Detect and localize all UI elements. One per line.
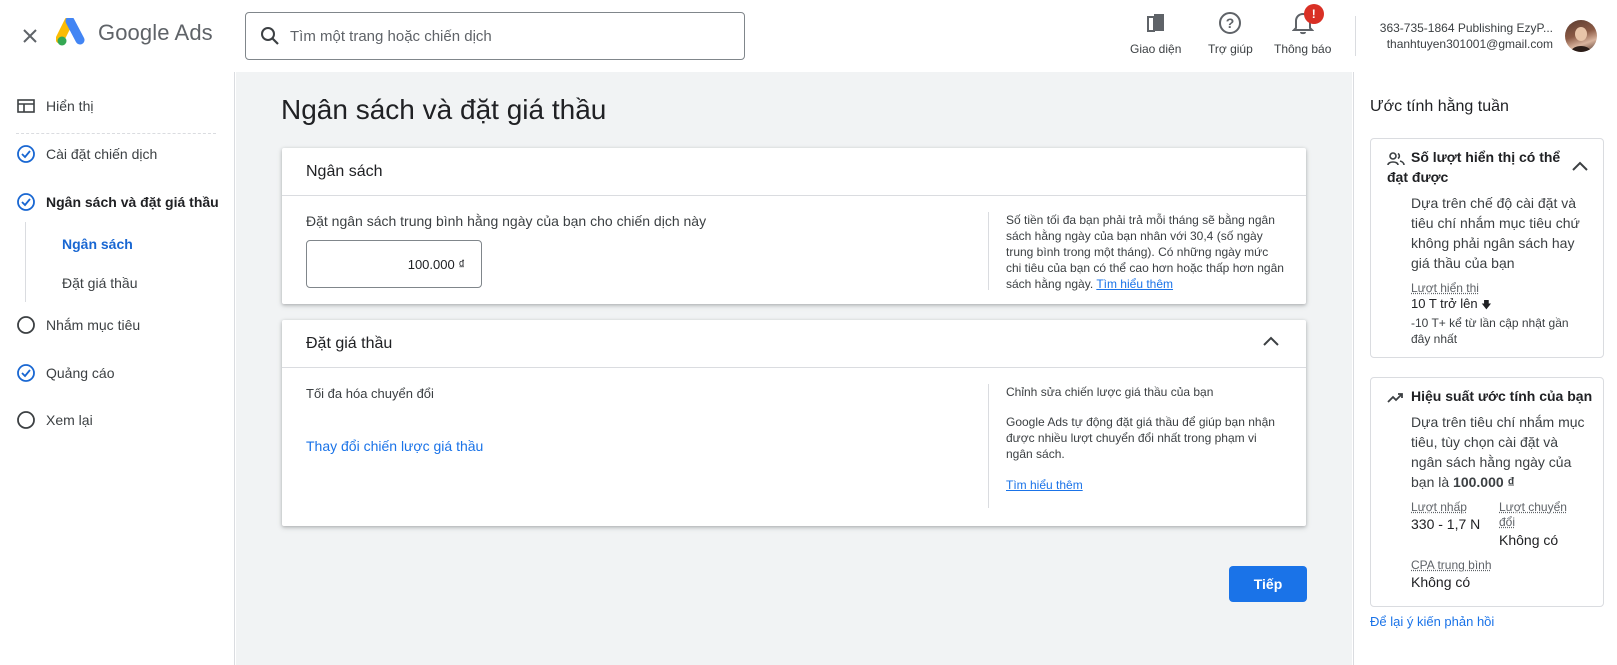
clicks-value: 330 - 1,7 N <box>1411 516 1481 532</box>
chevron-up-icon[interactable] <box>1571 159 1589 175</box>
impressions-desc: Dựa trên chế độ cài đặt và tiêu chí nhắm… <box>1411 195 1580 271</box>
feedback-link[interactable]: Để lại ý kiến phản hồi <box>1370 614 1494 629</box>
nav-label-budget-bidding: Ngân sách và đặt giá thầu <box>46 194 219 210</box>
impressions-value: 10 T trở lên <box>1411 296 1478 311</box>
nav-item-ads[interactable]: Quảng cáo <box>16 363 115 383</box>
impressions-card: Số lượt hiển thị có thể đạt được Dựa trê… <box>1370 138 1604 358</box>
notification-badge: ! <box>1303 4 1324 24</box>
check-circle-icon <box>16 363 36 383</box>
nav-separator <box>16 133 216 134</box>
bell-icon: ! <box>1291 4 1324 36</box>
budget-heading: Ngân sách <box>306 162 383 180</box>
nav-label-ads: Quảng cáo <box>46 365 115 381</box>
budget-divider <box>988 212 989 290</box>
budget-note: Số tiền tối đa bạn phải trả mỗi tháng sẽ… <box>1006 212 1286 292</box>
performance-desc-amount: 100.000 ₫ <box>1453 474 1515 490</box>
impressions-value-row: 10 T trở lên 🡇 <box>1411 296 1492 315</box>
budget-learn-more-link[interactable]: Tìm hiểu thêm <box>1096 277 1173 291</box>
user-avatar-icon <box>1571 27 1591 52</box>
account-email: thanhtuyen301001@gmail.com <box>1386 37 1553 51</box>
budget-card-header: Ngân sách <box>282 148 1306 196</box>
clicks-label: Lượt nhấp <box>1411 500 1467 514</box>
bidding-note-text: Google Ads tự động đặt giá thầu để giúp … <box>1006 415 1275 461</box>
check-circle-icon <box>16 192 36 212</box>
budget-card-body: Đặt ngân sách trung bình hằng ngày của b… <box>282 196 1306 304</box>
avg-cpa-value: Không có <box>1411 574 1471 590</box>
nav-sub-bidding[interactable]: Đặt giá thầu <box>62 275 138 291</box>
search-box[interactable] <box>245 12 745 60</box>
account-name: 363-735-1864 Publishing EzyP... <box>1379 21 1553 35</box>
logo-text: Google Ads <box>98 20 213 45</box>
bidding-note-title: Chỉnh sửa chiến lược giá thầu của bạn <box>1006 385 1214 399</box>
appearance-icon <box>1145 10 1167 36</box>
nav-label-targeting: Nhắm mục tiêu <box>46 317 141 333</box>
empty-circle-icon <box>16 315 36 335</box>
conversions-label: Lượt chuyển đổi <box>1499 500 1567 529</box>
left-navigation: Hiển thị Cài đặt chiến dịch Ngân sách và… <box>0 72 235 665</box>
avatar[interactable] <box>1565 20 1597 52</box>
nav-item-review[interactable]: Xem lại <box>16 410 93 430</box>
weekly-estimate-panel: Ước tính hằng tuần Số lượt hiển thị có t… <box>1353 72 1617 665</box>
impressions-change: -10 T+ kể từ lần cập nhật gần đây nhất <box>1411 316 1569 346</box>
empty-circle-icon <box>16 410 36 430</box>
layout-icon <box>16 96 36 116</box>
performance-card-title: Hiệu suất ước tính của bạn <box>1411 388 1593 404</box>
nav-item-campaign-settings[interactable]: Cài đặt chiến dịch <box>16 144 157 164</box>
bidding-learn-more-link[interactable]: Tìm hiểu thêm <box>1006 477 1286 493</box>
help-icon: ? <box>1218 10 1242 36</box>
help-label: Trợ giúp <box>1208 42 1253 56</box>
header-divider <box>1355 16 1356 56</box>
google-ads-logo-icon <box>56 18 85 46</box>
change-bidding-strategy-link[interactable]: Thay đổi chiến lược giá thầu <box>306 438 483 454</box>
trending-up-icon <box>1387 391 1403 407</box>
google-ads-logo[interactable]: Google Ads <box>56 18 213 48</box>
svg-text:?: ? <box>1226 15 1235 31</box>
chevron-up-icon[interactable] <box>1262 334 1280 352</box>
page-title: Ngân sách và đặt giá thầu <box>281 94 607 125</box>
bidding-card-header[interactable]: Đặt giá thầu <box>282 320 1306 368</box>
avg-cpa-label: CPA trung bình <box>1411 558 1492 572</box>
bidding-card: Đặt giá thầu Tối đa hóa chuyển đổi Thay … <box>282 320 1306 526</box>
nav-item-targeting[interactable]: Nhắm mục tiêu <box>16 315 140 335</box>
search-icon <box>261 27 279 45</box>
conversions-value: Không có <box>1499 532 1559 548</box>
check-circle-icon <box>16 144 36 164</box>
close-icon[interactable] <box>16 22 44 50</box>
bidding-card-body: Tối đa hóa chuyển đổi Thay đổi chiến lượ… <box>282 368 1306 526</box>
weekly-estimate-title: Ước tính hằng tuần <box>1370 98 1509 115</box>
nav-sub-budget[interactable]: Ngân sách <box>62 236 133 252</box>
top-header: Google Ads Giao diện ? Trợ giúp ! Thông … <box>0 0 1617 72</box>
arrow-down-icon: 🡇 <box>1481 300 1492 311</box>
performance-card: Hiệu suất ước tính của bạn Dựa trên tiêu… <box>1370 377 1604 607</box>
nav-item-budget-bidding[interactable]: Ngân sách và đặt giá thầu <box>16 192 219 212</box>
nav-label-review: Xem lại <box>46 412 93 428</box>
nav-label-display: Hiển thị <box>46 98 94 114</box>
help-button[interactable]: ? Trợ giúp <box>1208 10 1253 56</box>
bidding-note: Chỉnh sửa chiến lược giá thầu của bạn Go… <box>1006 384 1286 493</box>
search-input[interactable] <box>290 27 730 45</box>
budget-input[interactable]: 100.000 ₫ <box>306 240 482 288</box>
next-button[interactable]: Tiếp <box>1229 566 1307 602</box>
impressions-label: Lượt hiển thị <box>1411 281 1479 295</box>
main-content: Ngân sách và đặt giá thầu Ngân sách Đặt … <box>236 72 1352 665</box>
nav-item-display[interactable]: Hiển thị <box>16 96 93 116</box>
appearance-label: Giao diện <box>1130 42 1182 56</box>
bidding-heading: Đặt giá thầu <box>306 334 393 352</box>
notifications-label: Thông báo <box>1274 42 1332 56</box>
budget-card: Ngân sách Đặt ngân sách trung bình hằng … <box>282 148 1306 304</box>
nav-sub-line <box>25 222 26 302</box>
notifications-button[interactable]: ! Thông báo <box>1274 4 1332 56</box>
account-info[interactable]: 363-735-1864 Publishing EzyP... thanhtuy… <box>1373 20 1553 52</box>
nav-label-campaign-settings: Cài đặt chiến dịch <box>46 146 158 162</box>
impressions-card-title: Số lượt hiển thị có thể đạt được <box>1387 149 1561 185</box>
performance-desc: Dựa trên tiêu chí nhắm mục tiêu, tùy chọ… <box>1411 412 1591 492</box>
bidding-strategy: Tối đa hóa chuyển đổi <box>306 386 434 401</box>
budget-label: Đặt ngân sách trung bình hằng ngày của b… <box>306 213 707 229</box>
appearance-button[interactable]: Giao diện <box>1130 10 1181 56</box>
bidding-divider <box>988 384 989 508</box>
